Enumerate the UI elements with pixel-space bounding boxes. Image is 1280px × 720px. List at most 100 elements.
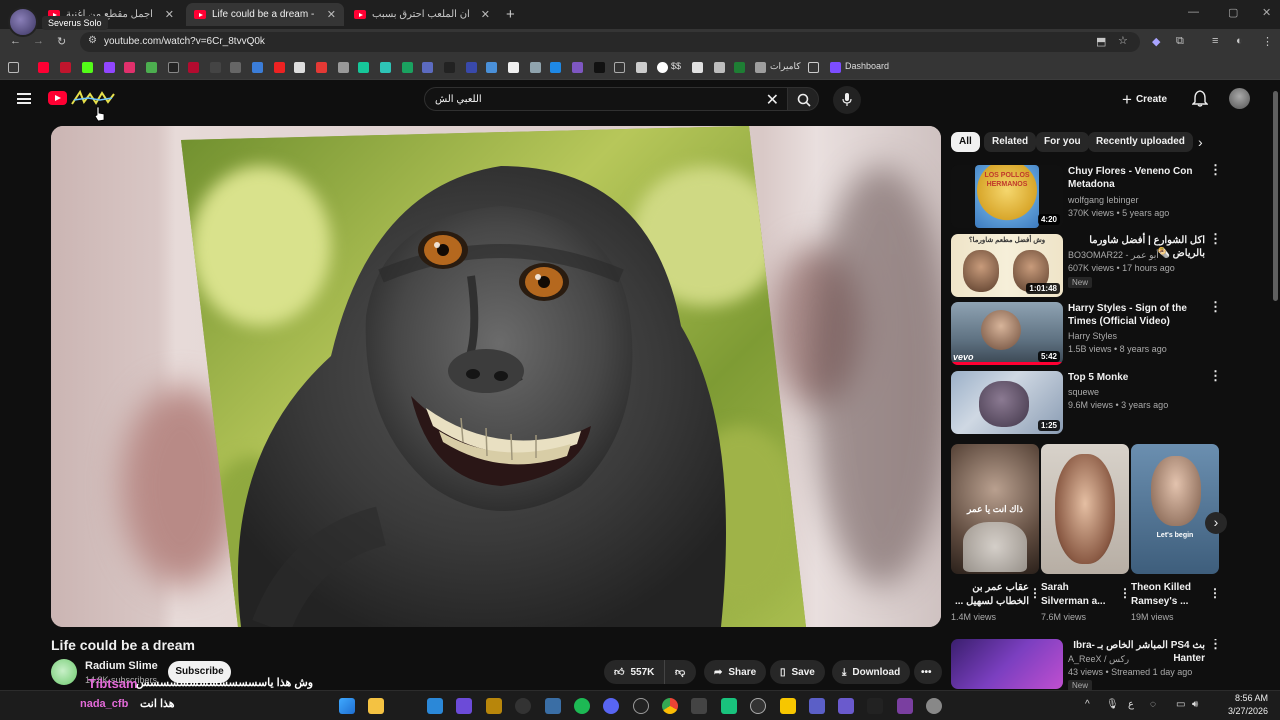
bookmark-icon[interactable] [572,62,583,73]
share-button[interactable]: ➦ Share [704,660,767,684]
close-icon[interactable]: ✕ [481,8,490,21]
chip-related[interactable]: Related [984,132,1037,152]
recommendation-channel[interactable]: Harry Styles [1068,331,1117,341]
download-button[interactable]: ⤓ Download [832,660,911,684]
scrollbar-thumb[interactable] [1273,91,1278,301]
app-icon[interactable] [486,698,502,714]
bookmark-icon[interactable] [252,62,263,73]
settings-icon[interactable] [926,698,942,714]
bookmark-icon[interactable] [422,62,433,73]
bookmark-icon[interactable] [486,62,497,73]
address-bar[interactable]: ⚙ youtube.com/watch?v=6Cr_8tvvQ0k ⬒ ☆ [80,32,1140,52]
video-thumbnail[interactable]: LOS POLLOS HERMANOS 4:20 [951,165,1063,228]
bookmark-icon[interactable] [636,62,647,73]
youtube-bookmark-icon[interactable] [38,62,49,73]
channel-name[interactable]: Radium Slime [85,660,158,672]
volume-icon[interactable]: 🔊︎ [1192,699,1198,710]
app-icon[interactable] [691,698,707,714]
recommendation-channel[interactable]: BO3OMAR22 - أبو عمر [1068,250,1159,261]
recommendation-channel[interactable]: squewe [1068,387,1099,397]
recommendation-channel[interactable]: A_ReeX / رکس [1068,654,1129,665]
chrome-icon[interactable] [662,698,678,714]
media-control-icon[interactable]: ≡ [1212,35,1218,47]
chip-all[interactable]: All [951,132,980,152]
short-item[interactable]: Let's begin Theon Killed Ramsey's ... 19… [1131,444,1221,622]
bookmark-icon[interactable] [380,62,391,73]
create-button[interactable]: + Create [1122,87,1176,111]
shorts-next-button[interactable]: › [1205,512,1227,534]
short-title[interactable]: Sarah Silverman a... [1041,581,1119,609]
close-icon[interactable]: ✕ [165,8,174,21]
youtube-doodle-icon[interactable] [70,88,116,108]
tab-life-could-be-a-dream[interactable]: Life could be a dream - YouTube ✕ [186,3,344,26]
bookmark-icon[interactable] [146,62,157,73]
clock-date[interactable]: 3/27/2026 [1212,706,1268,716]
bookmark-label[interactable]: $$ [671,61,681,71]
minimize-icon[interactable]: — [1188,6,1199,18]
notifications-bell-icon[interactable] [1192,90,1208,107]
bookmark-icon[interactable] [755,62,766,73]
short-item[interactable]: ذاك انت يا عمر عقاب عمر بن الخطاب لسهيل … [951,444,1041,622]
bookmark-icon[interactable] [466,62,477,73]
more-vertical-icon[interactable]: ⋮ [1029,586,1041,600]
dislike-button[interactable]: 👎︎ [664,660,696,684]
more-vertical-icon[interactable]: ⋮ [1209,163,1222,176]
video-player[interactable] [51,126,941,627]
bookmark-icon[interactable] [692,62,703,73]
video-thumbnail[interactable]: vevo 5:42 [951,302,1063,365]
bookmark-label[interactable]: Dashboard [845,61,889,71]
recommendation-item[interactable]: وش أفضل مطعم شاورما؟ 1:01:48 اكل الشوارع… [951,232,1222,300]
apps-grid-icon[interactable] [8,62,19,73]
bookmark-icon[interactable] [210,62,221,73]
bookmark-icon[interactable] [60,62,71,73]
bookmark-icon[interactable] [338,62,349,73]
site-info-icon[interactable]: ⚙ [88,35,97,46]
profile-avatar-icon[interactable] [8,7,38,37]
extension-icon[interactable]: ◆ [1152,35,1160,48]
hamburger-menu-icon[interactable] [17,93,31,104]
bookmark-icon[interactable] [274,62,285,73]
recommendation-title[interactable]: Top 5 Monke [1068,371,1205,384]
more-vertical-icon[interactable]: ⋮ [1119,586,1131,600]
search-button[interactable] [787,87,819,111]
reload-icon[interactable]: ↻ [57,35,66,48]
sticky-notes-icon[interactable] [780,698,796,714]
recommendation-channel[interactable]: wolfgang lebinger [1068,195,1139,205]
new-tab-button[interactable]: + [506,6,515,23]
channel-avatar[interactable] [51,659,77,685]
close-window-icon[interactable]: ✕ [1262,6,1271,19]
start-windows-icon[interactable] [339,698,355,714]
chip-recently-uploaded[interactable]: Recently uploaded [1088,132,1193,152]
bookmark-icon[interactable] [402,62,413,73]
clear-search-icon[interactable]: ✕ [766,90,779,110]
app-icon[interactable]: ◌ [1150,699,1156,710]
maximize-icon[interactable]: ▢ [1228,6,1238,19]
recommendation-title[interactable]: Harry Styles - Sign of the Times (Offici… [1068,302,1205,328]
forward-icon[interactable]: → [33,35,44,47]
google-bookmark-icon[interactable] [657,62,668,73]
short-title[interactable]: Theon Killed Ramsey's ... [1131,581,1209,609]
youtube-logo-icon[interactable] [48,91,67,105]
file-explorer-icon[interactable] [368,698,384,714]
back-icon[interactable]: ← [10,35,21,47]
video-thumbnail[interactable]: وش أفضل مطعم شاورما؟ 1:01:48 [951,234,1063,297]
chevron-right-icon[interactable]: › [1198,134,1203,150]
search-input[interactable]: اللعبي الش ✕ [424,87,788,111]
app-icon[interactable] [867,698,883,714]
bookmark-icon[interactable] [316,62,327,73]
instagram-bookmark-icon[interactable] [124,62,135,73]
bookmark-icon[interactable] [594,62,605,73]
save-button[interactable]: ▯ Save [770,660,825,684]
dashboard-icon[interactable] [830,62,841,73]
app-icon[interactable] [545,698,561,714]
more-vertical-icon[interactable]: ⋮ [1209,639,1221,650]
bookmark-label[interactable]: كاميرات [770,61,801,72]
bookmark-icon[interactable] [188,62,199,73]
discord-icon[interactable] [603,698,619,714]
user-avatar[interactable] [1229,88,1250,109]
bookmark-icon[interactable] [508,62,519,73]
twitch-bookmark-icon[interactable] [104,62,115,73]
language-indicator[interactable]: ع [1128,699,1134,710]
video-thumbnail[interactable]: 1:25 [951,371,1063,434]
extensions-puzzle-icon[interactable]: ⧉ [1176,35,1184,48]
